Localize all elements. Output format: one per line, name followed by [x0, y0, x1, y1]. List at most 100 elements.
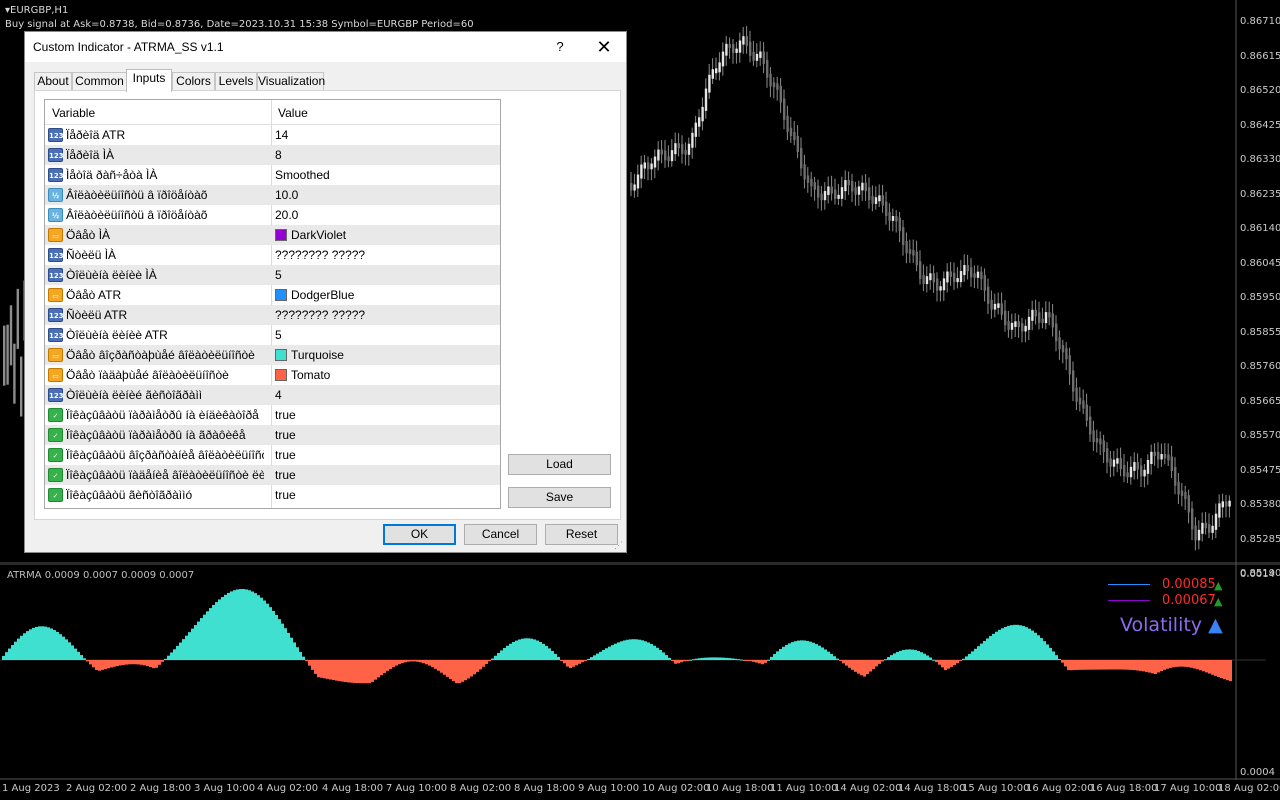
parameter-value[interactable]: DarkViolet — [275, 228, 346, 242]
column-value[interactable]: Value — [278, 106, 308, 120]
double-icon: ½ — [48, 208, 63, 222]
price-label: 0.86235 — [1240, 188, 1280, 200]
parameter-value[interactable]: true — [275, 488, 296, 502]
histogram-bar — [419, 660, 422, 663]
parameter-value[interactable]: 20.0 — [275, 208, 298, 222]
parameter-value[interactable]: true — [275, 408, 296, 422]
parameter-value[interactable]: ???????? ????? — [275, 308, 365, 322]
table-row[interactable]: ✓ Ïîêàçûâàòü ïàäåíèå âîëàòèëüíîñòè ëèí...… — [45, 465, 500, 485]
histogram-bar — [470, 660, 473, 677]
histogram-bar — [23, 633, 26, 660]
candle-body — [1150, 451, 1153, 465]
table-row[interactable]: 123 Òîëùèíà ëèíèé ãèñòîãðàìì 4 — [45, 385, 500, 405]
parameter-value[interactable]: 8 — [275, 148, 282, 162]
table-row[interactable]: 123 Ñòèëü ATR ???????? ????? — [45, 305, 500, 325]
histogram-bar — [1094, 660, 1097, 670]
table-row[interactable]: 123 Òîëùèíà ëèíèè ATR 5 — [45, 325, 500, 345]
symbol-title[interactable]: EURGBP,H1 — [5, 4, 474, 18]
tab-common[interactable]: Common — [72, 72, 127, 91]
candle-body — [1055, 323, 1058, 342]
help-button[interactable]: ? — [549, 37, 571, 57]
parameter-value[interactable]: true — [275, 428, 296, 442]
histogram-bar — [11, 645, 14, 660]
histogram-bar — [839, 660, 842, 661]
histogram-bar — [878, 660, 881, 664]
histogram-bar — [512, 642, 515, 660]
table-row[interactable]: ½ Âîëàòèëüíîñòü â ïðîöåíòàõ 10.0 — [45, 185, 500, 205]
ok-button[interactable]: OK — [383, 524, 456, 545]
histogram-bar — [491, 658, 494, 660]
histogram-bar — [575, 660, 578, 666]
close-button[interactable]: ✕ — [591, 36, 617, 58]
histogram-bar — [299, 651, 302, 660]
parameters-table[interactable]: Variable Value 123 Ïåðèîä ATR 14 123 Ïåðèîä … — [44, 99, 501, 509]
price-label: 0.85760 — [1240, 361, 1280, 372]
histogram-bar — [347, 660, 350, 683]
table-row[interactable]: ▭ Öâåò ATR DodgerBlue — [45, 285, 500, 305]
histogram-bar — [1226, 660, 1229, 681]
histogram-bar — [521, 638, 524, 660]
table-row[interactable]: 123 Ñòèëü ÌÀ ???????? ????? — [45, 245, 500, 265]
histogram-bar — [674, 660, 677, 664]
cancel-button[interactable]: Cancel — [464, 524, 537, 545]
table-row[interactable]: 123 Ìåòîä ðàñ÷åòà ÌÀ Smoothed — [45, 165, 500, 185]
parameter-value[interactable]: Smoothed — [275, 168, 330, 182]
table-row[interactable]: ✓ Ïîêàçûâàòü ãèñòîãðàììó true — [45, 485, 500, 505]
parameter-value[interactable]: Tomato — [275, 368, 330, 382]
histogram-bar — [1208, 660, 1211, 674]
parameter-value[interactable]: 4 — [275, 388, 282, 402]
parameter-value[interactable]: 5 — [275, 268, 282, 282]
histogram-bar — [1034, 632, 1037, 660]
price-label: 0.85190 — [1240, 568, 1280, 579]
parameter-value[interactable]: true — [275, 468, 296, 482]
tab-visualization[interactable]: Visualization — [257, 72, 325, 91]
tab-colors[interactable]: Colors — [172, 72, 215, 91]
table-row[interactable]: ½ Âîëàòèëüíîñòü â ïðîöåíòàõ 20.0 — [45, 205, 500, 225]
parameter-value[interactable]: 5 — [275, 328, 282, 342]
table-row[interactable]: 123 Òîëùèíà ëèíèè ÌÀ 5 — [45, 265, 500, 285]
legend-ma-line — [1108, 600, 1150, 601]
table-row[interactable]: ✓ Ïîêàçûâàòü ïàðàìåòðû íà èíäèêàòîðå true — [45, 405, 500, 425]
histogram-bar — [497, 653, 500, 660]
reset-button[interactable]: Reset — [545, 524, 618, 545]
table-row[interactable]: ✓ Ïîêàçûâàòü ïàðàìåòðû íà ãðàôèêå true — [45, 425, 500, 445]
save-button[interactable]: Save — [508, 487, 611, 508]
candle-body — [810, 178, 813, 187]
table-row[interactable]: ▭ Öâåò âîçðàñòàþùåé âîëàòèëüíîñòè Turquois… — [45, 345, 500, 365]
table-row[interactable]: ▭ Öâåò ïàäàþùåé âîëàòèëüíîñòè Tomato — [45, 365, 500, 385]
parameter-value-text: 8 — [275, 148, 282, 162]
parameter-value[interactable]: DodgerBlue — [275, 288, 354, 302]
load-button[interactable]: Load — [508, 454, 611, 475]
histogram-bar — [80, 655, 83, 660]
parameter-value-text: Tomato — [291, 368, 331, 382]
candle-body — [1034, 309, 1037, 317]
histogram-bar — [179, 642, 182, 660]
column-variable[interactable]: Variable — [52, 106, 95, 120]
candle-body — [1017, 321, 1020, 328]
candle-body — [976, 271, 980, 278]
parameter-value[interactable]: 14 — [275, 128, 288, 142]
color-swatch — [275, 349, 287, 361]
histogram-bar — [605, 648, 608, 660]
tab-inputs[interactable]: Inputs — [126, 69, 172, 92]
parameter-value[interactable]: true — [275, 448, 296, 462]
table-row[interactable]: 123 Ïåðèîä ÌÀ 8 — [45, 145, 500, 165]
resize-grip-icon[interactable]: ⋰ — [614, 540, 624, 550]
parameter-value[interactable]: ???????? ????? — [275, 248, 365, 262]
tab-levels[interactable]: Levels — [215, 72, 257, 91]
histogram-bar — [374, 660, 377, 680]
indicator-window[interactable] — [0, 564, 1280, 780]
histogram-bar — [866, 660, 869, 675]
dialog-titlebar[interactable]: Custom Indicator - ATRMA_SS v1.1 ? ✕ — [25, 32, 626, 62]
table-row[interactable]: ✓ Ïîêàçûâàòü âîçðàñòàíèå âîëàòèëüíîñòè...… — [45, 445, 500, 465]
parameter-value[interactable]: Turquoise — [275, 348, 344, 362]
tab-about[interactable]: About — [34, 72, 72, 91]
table-row[interactable]: ▭ Öâåò ÌÀ DarkViolet — [45, 225, 500, 245]
parameter-value[interactable]: 10.0 — [275, 188, 298, 202]
table-row[interactable]: 123 Ïåðèîä ATR 14 — [45, 125, 500, 145]
indicator-canvas[interactable] — [0, 564, 1280, 780]
histogram-bar — [524, 638, 527, 660]
histogram-bar — [551, 651, 554, 660]
histogram-bar — [590, 657, 593, 660]
histogram-bar — [1073, 660, 1076, 671]
